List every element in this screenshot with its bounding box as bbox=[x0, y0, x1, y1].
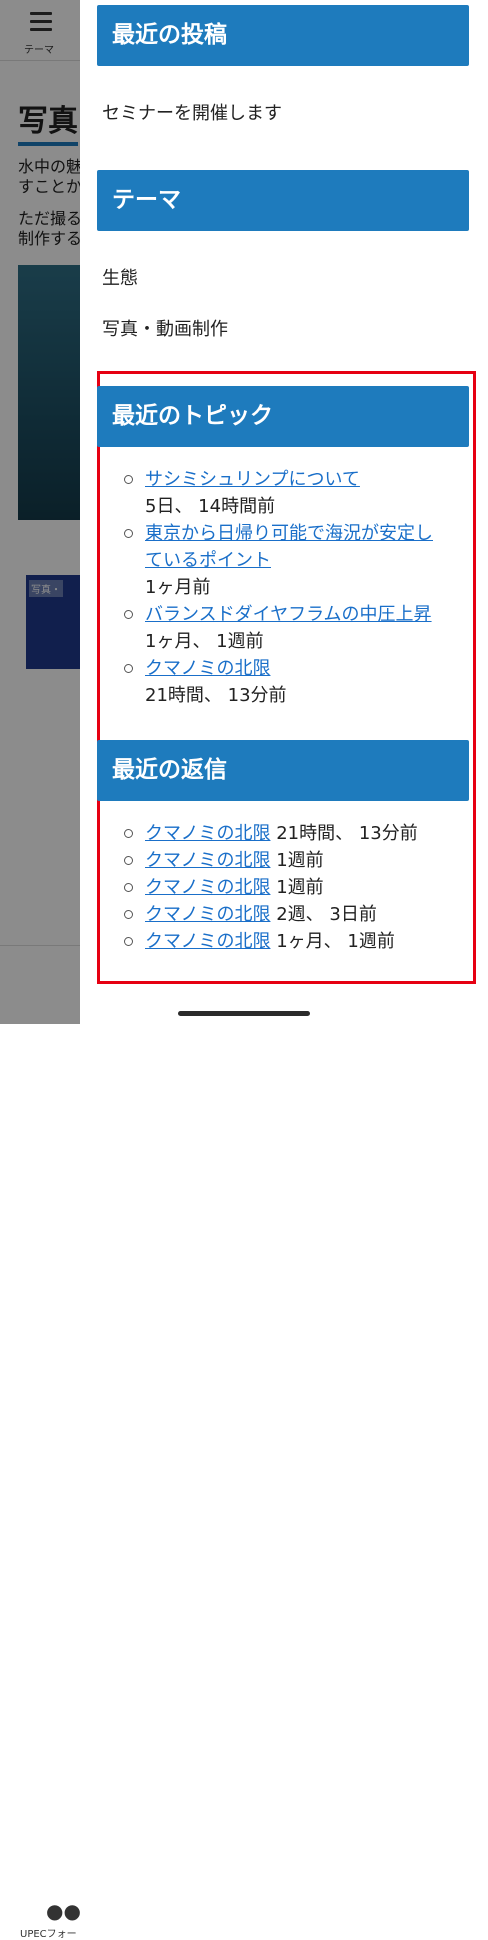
list-item: クマノミの北限 1ヶ月、 1週前 bbox=[120, 928, 460, 955]
bullet-icon bbox=[124, 664, 133, 673]
list-item: 東京から日帰り可能で海況が安定しているポイント 1ヶ月前 bbox=[120, 520, 450, 601]
list-item: クマノミの北限 1週前 bbox=[120, 874, 460, 901]
bullet-icon bbox=[124, 610, 133, 619]
recent-topics-heading: 最近のトピック bbox=[97, 386, 469, 447]
topic-link[interactable]: バランスドダイヤフラムの中圧上昇 bbox=[145, 604, 432, 625]
topic-link[interactable]: クマノミの北限 bbox=[145, 658, 270, 679]
reply-link[interactable]: クマノミの北限 bbox=[145, 823, 270, 844]
recent-replies-list: クマノミの北限 21時間、 13分前 クマノミの北限 1週前 クマノミの北限 1… bbox=[120, 820, 460, 955]
topic-link[interactable]: 東京から日帰り可能で海況が安定しているポイント bbox=[145, 523, 433, 571]
bullet-icon bbox=[124, 883, 133, 892]
people-icon[interactable]: ●● bbox=[46, 1899, 81, 1923]
bullet-icon bbox=[124, 829, 133, 838]
list-item: サシミシュリンプについて 5日、 14時間前 bbox=[120, 466, 450, 520]
bullet-icon bbox=[124, 529, 133, 538]
list-item: クマノミの北限 21時間、 13分前 bbox=[120, 820, 460, 847]
reply-time: 2週、 3日前 bbox=[276, 904, 377, 925]
recent-post-item[interactable]: セミナーを開催します bbox=[102, 99, 282, 125]
reply-link[interactable]: クマノミの北限 bbox=[145, 877, 270, 898]
reply-link[interactable]: クマノミの北限 bbox=[145, 904, 270, 925]
recent-posts-heading: 最近の投稿 bbox=[97, 5, 469, 66]
reply-time: 1週前 bbox=[276, 877, 324, 898]
bullet-icon bbox=[124, 856, 133, 865]
topic-time: 21時間、 13分前 bbox=[145, 685, 287, 706]
recent-replies-heading: 最近の返信 bbox=[97, 740, 469, 801]
list-item: クマノミの北限 1週前 bbox=[120, 847, 460, 874]
bullet-icon bbox=[124, 937, 133, 946]
topic-time: 1ヶ月前 bbox=[145, 577, 211, 598]
topic-link[interactable]: サシミシュリンプについて bbox=[145, 469, 360, 490]
topic-time: 1ヶ月、 1週前 bbox=[145, 631, 264, 652]
reply-time: 21時間、 13分前 bbox=[276, 823, 418, 844]
bullet-icon bbox=[124, 475, 133, 484]
theme-item-ecology[interactable]: 生態 bbox=[102, 264, 138, 290]
reply-time: 1週前 bbox=[276, 850, 324, 871]
reply-link[interactable]: クマノミの北限 bbox=[145, 850, 270, 871]
bullet-icon bbox=[124, 910, 133, 919]
themes-heading: テーマ bbox=[97, 170, 469, 231]
reply-link[interactable]: クマノミの北限 bbox=[145, 931, 270, 952]
bottom-nav-label[interactable]: UPECフォー bbox=[20, 1925, 77, 1940]
theme-item-photo-video[interactable]: 写真・動画制作 bbox=[102, 315, 228, 341]
topic-time: 5日、 14時間前 bbox=[145, 496, 276, 517]
recent-topics-list: サシミシュリンプについて 5日、 14時間前 東京から日帰り可能で海況が安定して… bbox=[120, 466, 450, 709]
list-item: クマノミの北限 2週、 3日前 bbox=[120, 901, 460, 928]
list-item: バランスドダイヤフラムの中圧上昇 1ヶ月、 1週前 bbox=[120, 601, 450, 655]
home-indicator[interactable] bbox=[178, 1011, 310, 1016]
reply-time: 1ヶ月、 1週前 bbox=[276, 931, 395, 952]
sidebar-drawer: 最近の投稿 セミナーを開催します テーマ 生態 写真・動画制作 最近のトピック … bbox=[80, 0, 488, 1024]
list-item: クマノミの北限 21時間、 13分前 bbox=[120, 655, 450, 709]
